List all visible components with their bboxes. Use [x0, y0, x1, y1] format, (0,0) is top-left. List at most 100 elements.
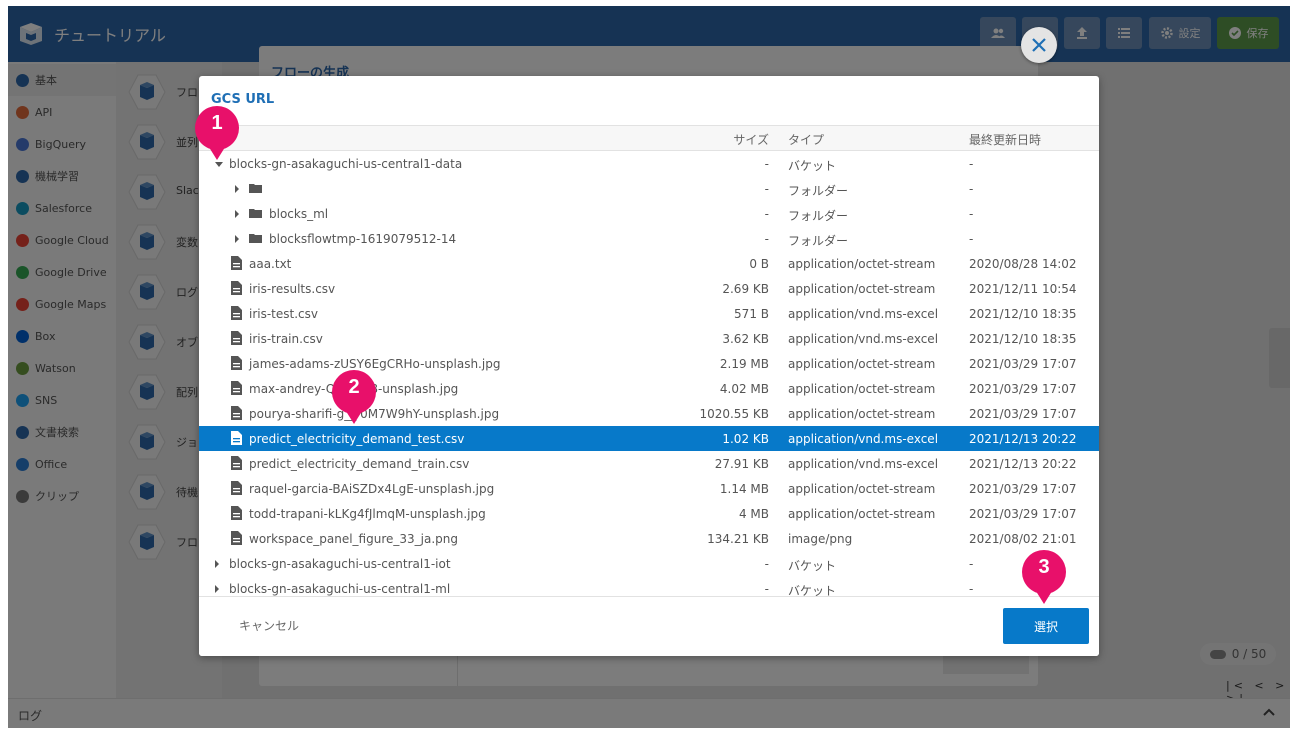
row-type: バケット — [788, 584, 837, 596]
file-row[interactable]: iris-test.csv 571 B application/vnd.ms-exc… — [199, 301, 1099, 326]
row-size: 4.02 MB — [719, 382, 769, 396]
row-size: 2.19 MB — [719, 357, 769, 371]
row-type: application/vnd.ms-excel — [788, 457, 939, 471]
file-row[interactable]: aaa.txt 0 B application/octet-stream 2020/0… — [199, 251, 1099, 276]
gcs-url-dialog: GCS URL サイズ タイプ 最終更新日時 blocks-gn-asakagu… — [199, 76, 1099, 656]
callout-number: 3 — [1038, 556, 1050, 578]
caret-right-icon[interactable] — [235, 185, 239, 193]
row-date: - — [969, 232, 974, 246]
row-type: フォルダー — [788, 184, 849, 198]
row-type: application/vnd.ms-excel — [788, 332, 939, 346]
row-name: iris-train.csv — [249, 332, 323, 346]
file-icon — [231, 481, 242, 495]
file-icon — [231, 331, 242, 345]
row-size: 0 B — [749, 257, 769, 271]
callout-marker-2: 2 — [330, 368, 378, 428]
row-name: blocks_ml — [269, 207, 329, 221]
row-date: 2021/12/11 10:54 — [969, 282, 1077, 296]
row-date: 2021/12/10 18:35 — [969, 332, 1077, 346]
row-date: 2020/08/28 14:02 — [969, 257, 1077, 271]
callout-marker-1: 1 — [193, 104, 241, 164]
row-type: application/octet-stream — [788, 407, 936, 421]
row-type: application/octet-stream — [788, 382, 936, 396]
callout-marker-3: 3 — [1020, 548, 1068, 608]
row-date: - — [969, 182, 974, 196]
folder-icon — [249, 209, 262, 218]
row-date: 2021/03/29 17:07 — [969, 482, 1077, 496]
row-type: application/vnd.ms-excel — [788, 307, 939, 321]
row-name: raquel-garcia-BAiSZDx4LgE-unsplash.jpg — [249, 482, 495, 496]
row-size: - — [764, 232, 769, 246]
file-row[interactable]: predict_electricity_demand_train.csv 27.9… — [199, 451, 1099, 476]
column-modified[interactable]: 最終更新日時 — [969, 131, 1041, 148]
row-name: iris-results.csv — [249, 282, 336, 296]
file-icon — [231, 406, 242, 420]
row-size: - — [764, 182, 769, 196]
callout-number: 1 — [211, 112, 223, 134]
bucket-row[interactable]: blocks-gn-asakaguchi-us-central1-data - バケ… — [199, 151, 1099, 176]
app-window: チュートリアル 設定 保存 基本APIBigQuery機械学習Salesforc… — [8, 6, 1290, 728]
caret-right-icon[interactable] — [215, 560, 219, 568]
caret-right-icon[interactable] — [235, 210, 239, 218]
row-type: application/octet-stream — [788, 357, 936, 371]
file-row[interactable]: todd-trapani-kLKg4fJlmqM-unsplash.jpg 4 M… — [199, 501, 1099, 526]
close-button[interactable] — [1021, 27, 1057, 63]
close-icon — [1032, 38, 1046, 52]
row-type: application/vnd.ms-excel — [788, 432, 939, 446]
row-type: フォルダー — [788, 234, 849, 248]
row-date: - — [969, 157, 974, 171]
row-name: blocks-gn-asakaguchi-us-central1-data — [229, 157, 463, 171]
row-size: 27.91 KB — [714, 457, 769, 471]
bucket-row[interactable]: blocks-gn-asakaguchi-us-central1-ml - バケット… — [199, 576, 1099, 596]
row-size: - — [764, 557, 769, 571]
row-date: - — [969, 582, 974, 596]
row-date: 2021/12/13 20:22 — [969, 457, 1077, 471]
row-date: 2021/03/29 17:07 — [969, 507, 1077, 521]
row-size: - — [764, 207, 769, 221]
row-name: iris-test.csv — [249, 307, 318, 321]
row-date: - — [969, 207, 974, 221]
folder-icon — [249, 184, 262, 193]
row-date: 2021/03/29 17:07 — [969, 407, 1077, 421]
row-size: 1020.55 KB — [699, 407, 769, 421]
file-icon — [231, 531, 242, 545]
file-row[interactable]: iris-results.csv 2.69 KB application/octet… — [199, 276, 1099, 301]
column-size[interactable]: サイズ — [733, 131, 769, 148]
row-type: application/octet-stream — [788, 507, 936, 521]
file-icon — [231, 456, 242, 470]
row-size: - — [764, 157, 769, 171]
file-icon — [231, 281, 242, 295]
row-name: blocksflowtmp-1619079512-14 — [269, 232, 457, 246]
column-type[interactable]: タイプ — [788, 131, 824, 148]
file-row[interactable]: raquel-garcia-BAiSZDx4LgE-unsplash.jpg 1.… — [199, 476, 1099, 501]
row-type: image/png — [788, 532, 853, 546]
file-icon — [231, 356, 242, 370]
row-type: バケット — [788, 559, 837, 573]
row-name: todd-trapani-kLKg4fJlmqM-unsplash.jpg — [249, 507, 486, 521]
row-name: predict_electricity_demand_train.csv — [249, 457, 470, 471]
folder-row[interactable]: blocks_ml - フォルダー - — [199, 201, 1099, 226]
row-date: 2021/03/29 17:07 — [969, 357, 1077, 371]
file-row[interactable]: workspace_panel_figure_33_ja.png 134.21 K… — [199, 526, 1099, 551]
row-name: blocks-gn-asakaguchi-us-central1-ml — [229, 582, 451, 596]
caret-right-icon[interactable] — [215, 585, 219, 593]
row-date: 2021/12/10 18:35 — [969, 307, 1077, 321]
file-row[interactable]: iris-train.csv 3.62 KB application/vnd.ms-… — [199, 326, 1099, 351]
file-row[interactable]: predict_electricity_demand_test.csv 1.02 … — [199, 426, 1099, 451]
callout-number: 2 — [348, 376, 360, 398]
file-icon — [231, 506, 242, 520]
folder-row[interactable]: blocksflowtmp-1619079512-14 - フォルダー - — [199, 226, 1099, 251]
row-size: 4 MB — [738, 507, 769, 521]
dialog-footer: キャンセル 選択 — [199, 596, 1099, 656]
select-button[interactable]: 選択 — [1003, 608, 1089, 644]
row-type: application/octet-stream — [788, 257, 936, 271]
row-name: predict_electricity_demand_test.csv — [249, 432, 465, 446]
cancel-button[interactable]: キャンセル — [239, 617, 299, 634]
folder-row[interactable]: - フォルダー - — [199, 176, 1099, 201]
row-name: blocks-gn-asakaguchi-us-central1-iot — [229, 557, 451, 571]
column-header: サイズ タイプ 最終更新日時 — [199, 125, 1099, 151]
bucket-row[interactable]: blocks-gn-asakaguchi-us-central1-iot - バケッ… — [199, 551, 1099, 576]
caret-right-icon[interactable] — [235, 235, 239, 243]
row-size: 1.02 KB — [722, 432, 769, 446]
row-date: 2021/08/02 21:01 — [969, 532, 1077, 546]
